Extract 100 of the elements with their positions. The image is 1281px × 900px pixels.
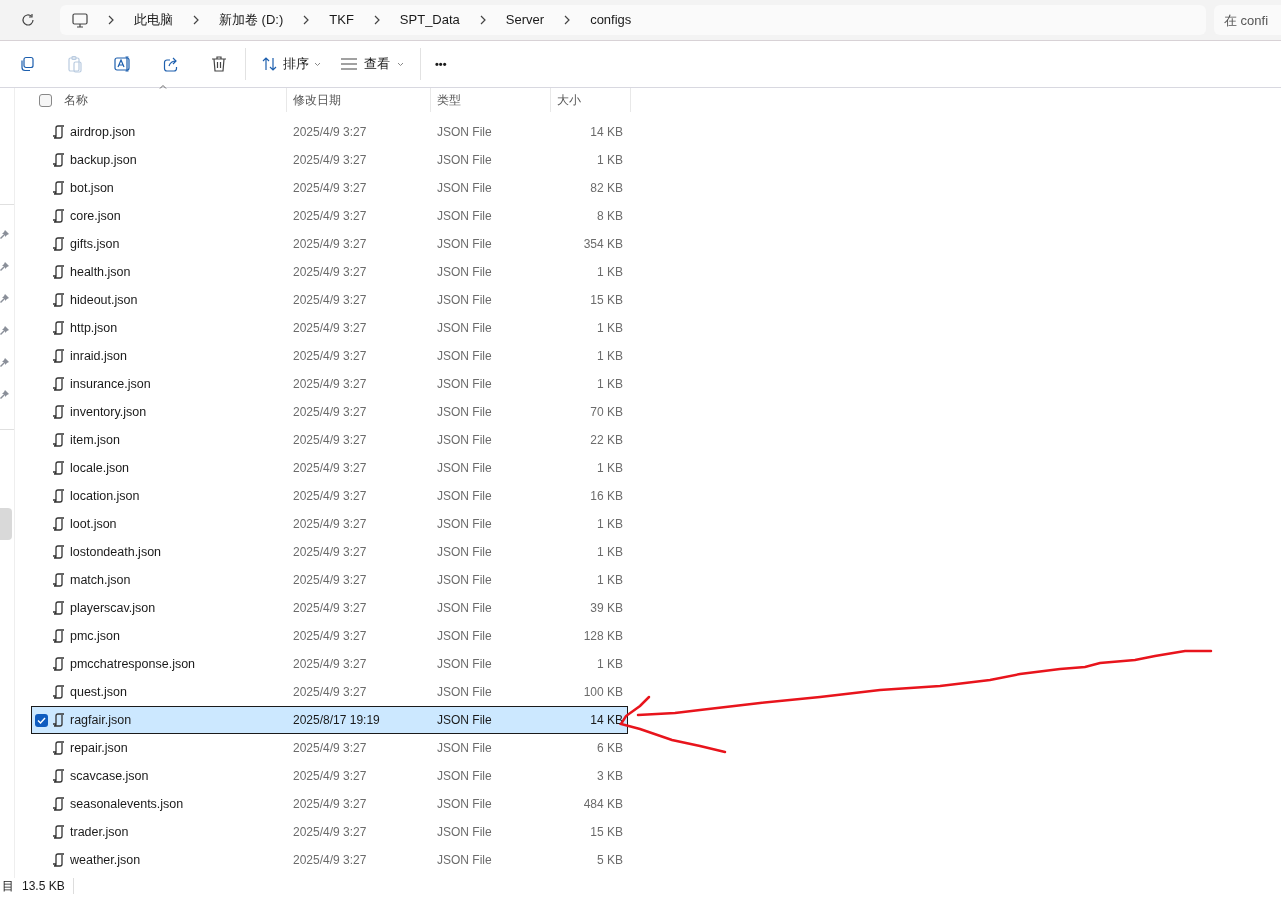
breadcrumb-item[interactable]: Server — [505, 10, 545, 30]
column-header[interactable]: 名称 — [64, 91, 88, 109]
script-file-icon — [52, 432, 65, 448]
chevron-right-icon — [564, 15, 571, 25]
file-row[interactable]: lostondeath.json 2025/4/9 3:27 JSON File 1 KB — [31, 538, 628, 566]
file-name: seasonalevents.json — [70, 795, 184, 813]
script-file-icon — [52, 208, 65, 224]
rename-icon — [114, 56, 132, 72]
refresh-icon — [21, 13, 35, 27]
file-name: quest.json — [70, 683, 127, 701]
modified-date: 2025/4/9 3:27 — [292, 572, 368, 589]
address-bar[interactable]: 此电脑 新加卷 (D:) TKF SPT_Data Server configs — [60, 5, 1206, 35]
file-row[interactable]: core.json 2025/4/9 3:27 JSON File 8 KB — [31, 202, 628, 230]
file-row[interactable]: locale.json 2025/4/9 3:27 JSON File 1 KB — [31, 454, 628, 482]
file-name: http.json — [70, 319, 118, 337]
file-row[interactable]: backup.json 2025/4/9 3:27 JSON File 1 KB — [31, 146, 628, 174]
scrollbar-thumb[interactable] — [0, 508, 12, 540]
script-file-icon — [52, 460, 65, 476]
modified-date: 2025/4/9 3:27 — [292, 292, 368, 309]
file-row[interactable]: trader.json 2025/4/9 3:27 JSON File 15 KB — [31, 818, 628, 846]
row-checkbox[interactable] — [35, 713, 48, 727]
delete-button[interactable] — [209, 54, 229, 74]
file-size: 15 KB — [589, 824, 623, 841]
file-row[interactable]: seasonalevents.json 2025/4/9 3:27 JSON File 484 KB — [31, 790, 628, 818]
script-file-icon — [52, 180, 65, 196]
script-file-icon — [52, 852, 65, 868]
sort-button[interactable]: 排序 — [262, 49, 321, 79]
breadcrumb-item[interactable]: TKF — [329, 10, 354, 30]
file-row[interactable]: http.json 2025/4/9 3:27 JSON File 1 KB — [31, 314, 628, 342]
script-file-icon — [52, 796, 65, 812]
file-row[interactable]: location.json 2025/4/9 3:27 JSON File 16 KB — [31, 482, 628, 510]
file-row[interactable]: health.json 2025/4/9 3:27 JSON File 1 KB — [31, 258, 628, 286]
column-header[interactable]: 大小 — [557, 91, 581, 109]
file-type: JSON File — [436, 404, 493, 421]
breadcrumb-item[interactable]: SPT_Data — [399, 10, 460, 30]
file-type: JSON File — [436, 796, 493, 813]
more-button[interactable]: ••• — [433, 49, 449, 79]
file-name: scavcase.json — [70, 767, 149, 785]
modified-date: 2025/4/9 3:27 — [292, 152, 368, 169]
breadcrumb-item[interactable]: 新加卷 (D:) — [219, 10, 284, 30]
file-size: 1 KB — [596, 348, 623, 365]
script-file-icon — [52, 376, 65, 392]
file-size: 1 KB — [596, 376, 623, 393]
paste-icon — [67, 55, 83, 73]
trash-icon — [211, 55, 227, 73]
file-row[interactable]: pmc.json 2025/4/9 3:27 JSON File 128 KB — [31, 622, 628, 650]
pin-icon — [0, 358, 9, 367]
file-row[interactable]: loot.json 2025/4/9 3:27 JSON File 1 KB — [31, 510, 628, 538]
rename-button[interactable] — [113, 54, 133, 74]
file-row[interactable]: scavcase.json 2025/4/9 3:27 JSON File 3 KB — [31, 762, 628, 790]
search-field[interactable]: 在 confi — [1214, 5, 1281, 35]
file-row[interactable]: inventory.json 2025/4/9 3:27 JSON File 70 KB — [31, 398, 628, 426]
file-type: JSON File — [436, 292, 493, 309]
chevron-right-icon — [303, 15, 310, 25]
modified-date: 2025/4/9 3:27 — [292, 432, 368, 449]
file-row[interactable]: playerscav.json 2025/4/9 3:27 JSON File 39 KB — [31, 594, 628, 622]
monitor-icon — [72, 12, 88, 28]
file-row[interactable]: ragfair.json 2025/8/17 19:19 JSON File 14 KB — [31, 706, 628, 734]
breadcrumb-item[interactable]: configs — [590, 10, 632, 30]
file-size: 1 KB — [596, 656, 623, 673]
modified-date: 2025/4/9 3:27 — [292, 348, 368, 365]
view-button[interactable]: 查看 — [341, 49, 404, 79]
file-row[interactable]: inraid.json 2025/4/9 3:27 JSON File 1 KB — [31, 342, 628, 370]
file-type: JSON File — [436, 824, 493, 841]
file-row[interactable]: insurance.json 2025/4/9 3:27 JSON File 1 KB — [31, 370, 628, 398]
file-row[interactable]: airdrop.json 2025/4/9 3:27 JSON File 14 KB — [31, 118, 628, 146]
file-type: JSON File — [436, 152, 493, 169]
file-type: JSON File — [436, 180, 493, 197]
file-size: 8 KB — [596, 208, 623, 225]
file-row[interactable]: quest.json 2025/4/9 3:27 JSON File 100 KB — [31, 678, 628, 706]
file-row[interactable]: bot.json 2025/4/9 3:27 JSON File 82 KB — [31, 174, 628, 202]
file-name: playerscav.json — [70, 599, 156, 617]
file-row[interactable]: repair.json 2025/4/9 3:27 JSON File 6 KB — [31, 734, 628, 762]
file-row[interactable]: gifts.json 2025/4/9 3:27 JSON File 354 KB — [31, 230, 628, 258]
select-all-checkbox[interactable] — [39, 93, 52, 107]
file-size: 16 KB — [589, 488, 623, 505]
file-name: core.json — [70, 207, 121, 225]
column-header[interactable]: 修改日期 — [293, 91, 341, 109]
share-icon — [163, 56, 179, 72]
column-header[interactable]: 类型 — [437, 91, 461, 109]
file-name: locale.json — [70, 459, 130, 477]
file-row[interactable]: match.json 2025/4/9 3:27 JSON File 1 KB — [31, 566, 628, 594]
file-row[interactable]: pmcchatresponse.json 2025/4/9 3:27 JSON File 1 KB — [31, 650, 628, 678]
file-type: JSON File — [436, 348, 493, 365]
file-size: 100 KB — [582, 684, 623, 701]
script-file-icon — [52, 264, 65, 280]
modified-date: 2025/4/9 3:27 — [292, 460, 368, 477]
file-size: 70 KB — [589, 404, 623, 421]
file-row[interactable]: hideout.json 2025/4/9 3:27 JSON File 15 KB — [31, 286, 628, 314]
menu-icon — [341, 58, 357, 70]
modified-date: 2025/4/9 3:27 — [292, 852, 368, 869]
file-name: ragfair.json — [70, 711, 132, 729]
breadcrumb-item[interactable]: 此电脑 — [134, 10, 173, 30]
file-row[interactable]: weather.json 2025/4/9 3:27 JSON File 5 KB — [31, 846, 628, 874]
sort-caret-icon — [159, 84, 167, 89]
modified-date: 2025/4/9 3:27 — [292, 824, 368, 841]
chevron-right-icon — [108, 15, 114, 25]
file-size: 1 KB — [596, 572, 623, 589]
pin-icon — [0, 390, 9, 399]
file-row[interactable]: item.json 2025/4/9 3:27 JSON File 22 KB — [31, 426, 628, 454]
